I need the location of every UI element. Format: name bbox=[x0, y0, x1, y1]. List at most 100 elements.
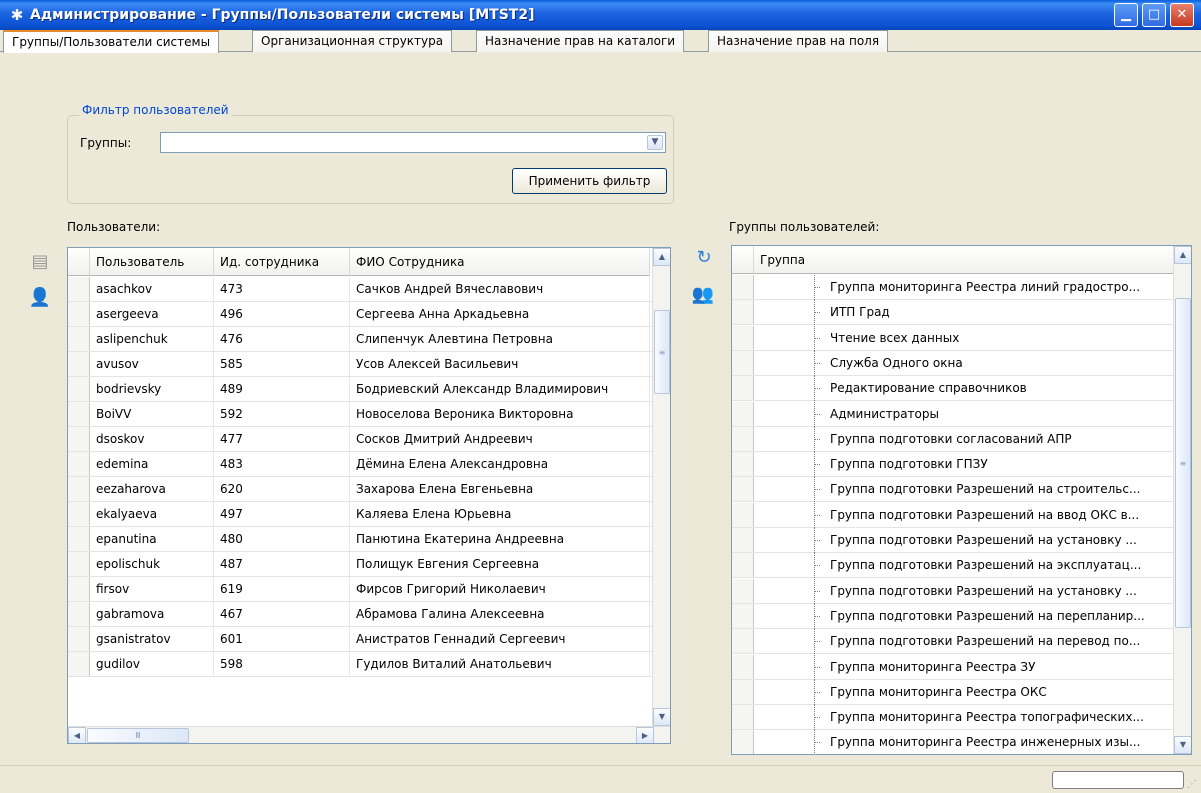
row-selector[interactable] bbox=[68, 327, 90, 351]
groups-filter-select[interactable]: ▼ bbox=[160, 132, 666, 153]
tree-node[interactable]: Группа мониторинга Реестра топографическ… bbox=[732, 705, 1191, 731]
table-row[interactable]: gabramova 467 Абрамова Галина Алексеевна bbox=[68, 602, 670, 627]
row-selector[interactable] bbox=[732, 705, 754, 730]
add-users-icon[interactable]: 👥 bbox=[691, 283, 715, 307]
row-selector[interactable] bbox=[732, 679, 754, 704]
row-selector[interactable] bbox=[732, 730, 754, 754]
table-row[interactable]: aslipenchuk 476 Слипенчук Алевтина Петровн… bbox=[68, 327, 670, 352]
table-row[interactable]: avusov 585 Усов Алексей Васильевич bbox=[68, 352, 670, 377]
groups-scroll-down-icon[interactable]: ▼ bbox=[1174, 736, 1191, 754]
tree-node[interactable]: Группа мониторинга Реестра ОКС bbox=[732, 679, 1191, 705]
tree-node[interactable]: Группа подготовки ГПЗУ bbox=[732, 452, 1191, 478]
tree-node[interactable]: Группа подготовки Разрешений на строител… bbox=[732, 477, 1191, 503]
table-row[interactable]: ekalyaeva 497 Каляева Елена Юрьевна bbox=[68, 502, 670, 527]
row-selector[interactable] bbox=[68, 277, 90, 301]
tab-groups-users[interactable]: Группы/Пользователи системы bbox=[3, 30, 220, 53]
tree-node[interactable]: Группа подготовки Разрешений на установк… bbox=[732, 528, 1191, 553]
row-selector[interactable] bbox=[732, 629, 754, 654]
row-selector[interactable] bbox=[732, 528, 754, 552]
table-row[interactable]: gudilov 598 Гудилов Виталий Анатольевич bbox=[68, 652, 670, 677]
groups-tree-grid[interactable]: Группа Группа мониторинга Реестра линий … bbox=[731, 245, 1192, 755]
tree-node[interactable]: Редактирование справочников bbox=[732, 376, 1191, 402]
chevron-down-icon[interactable]: ▼ bbox=[647, 135, 663, 150]
row-selector[interactable] bbox=[732, 426, 754, 451]
tree-node[interactable]: Группа подготовки Разрешений на перевод … bbox=[732, 629, 1191, 655]
save-icon[interactable]: ▤ bbox=[28, 250, 52, 274]
row-selector[interactable] bbox=[68, 452, 90, 476]
users-column-login[interactable]: Пользователь bbox=[90, 248, 214, 276]
row-selector[interactable] bbox=[68, 427, 90, 451]
users-scroll-thumb[interactable]: ≡ bbox=[654, 310, 670, 394]
table-row[interactable]: eezaharova 620 Захарова Елена Евгеньевна bbox=[68, 477, 670, 502]
row-selector[interactable] bbox=[732, 578, 754, 603]
table-row[interactable]: firsov 619 Фирсов Григорий Николаевич bbox=[68, 577, 670, 602]
close-button[interactable]: ✕ bbox=[1170, 3, 1194, 27]
users-vertical-scrollbar[interactable]: ▲ ≡ ▼ bbox=[652, 248, 670, 726]
tab-catalog-rights[interactable]: Назначение прав на каталоги bbox=[476, 30, 685, 52]
row-selector[interactable] bbox=[68, 352, 90, 376]
users-horizontal-scrollbar[interactable]: ◀ Ⅲ ▶ bbox=[68, 726, 670, 743]
tree-node[interactable]: Группа мониторинга Реестра инженерных из… bbox=[732, 730, 1191, 754]
users-column-employee-id[interactable]: Ид. сотрудника bbox=[214, 248, 350, 276]
tree-node[interactable]: Группа мониторинга Реестра ЗУ bbox=[732, 654, 1191, 680]
users-scroll-left-icon[interactable]: ◀ bbox=[68, 727, 86, 743]
add-user-icon[interactable]: 👤 bbox=[28, 286, 52, 310]
row-selector[interactable] bbox=[732, 300, 754, 325]
groups-scroll-thumb[interactable]: ≡ bbox=[1175, 298, 1191, 628]
tree-node[interactable]: Группа подготовки Разрешений на установк… bbox=[732, 578, 1191, 604]
row-selector[interactable] bbox=[68, 652, 90, 676]
row-selector[interactable] bbox=[732, 452, 754, 477]
row-selector[interactable] bbox=[732, 325, 754, 350]
refresh-icon[interactable]: ↻ bbox=[692, 246, 716, 270]
row-selector[interactable] bbox=[68, 552, 90, 576]
table-row[interactable]: asergeeva 496 Сергеева Анна Аркадьевна bbox=[68, 302, 670, 327]
row-selector[interactable] bbox=[68, 402, 90, 426]
tree-node[interactable]: ИТП Град bbox=[732, 300, 1191, 326]
tree-node[interactable]: Группа подготовки Разрешений на ввод ОКС… bbox=[732, 502, 1191, 528]
tree-node[interactable]: Группа подготовки Разрешений на эксплуат… bbox=[732, 553, 1191, 579]
users-column-employee-name[interactable]: ФИО Сотрудника bbox=[350, 248, 650, 276]
row-selector[interactable] bbox=[68, 502, 90, 526]
table-row[interactable]: asachkov 473 Сачков Андрей Вячеславович bbox=[68, 277, 670, 302]
maximize-button[interactable]: □ bbox=[1142, 3, 1166, 27]
row-selector[interactable] bbox=[732, 654, 754, 679]
table-row[interactable]: epanutina 480 Панютина Екатерина Андреевна bbox=[68, 527, 670, 552]
title-bar[interactable]: ✱ Администрирование - Группы/Пользовател… bbox=[0, 0, 1201, 30]
row-selector[interactable] bbox=[68, 477, 90, 501]
row-selector[interactable] bbox=[68, 577, 90, 601]
tab-field-rights[interactable]: Назначение прав на поля bbox=[708, 30, 889, 52]
table-row[interactable]: BoiVV 592 Новоселова Вероника Викторовна bbox=[68, 402, 670, 427]
users-grid[interactable]: Пользователь Ид. сотрудника ФИО Сотрудни… bbox=[67, 247, 671, 744]
table-row[interactable]: epolischuk 487 Полищук Евгения Сергеевна bbox=[68, 552, 670, 577]
row-selector[interactable] bbox=[68, 602, 90, 626]
tree-node[interactable]: Группа мониторинга Реестра линий градост… bbox=[732, 275, 1191, 300]
row-selector[interactable] bbox=[732, 275, 754, 299]
tab-org-structure[interactable]: Организационная структура bbox=[252, 30, 453, 52]
row-selector[interactable] bbox=[732, 553, 754, 578]
row-selector[interactable] bbox=[732, 401, 754, 426]
minimize-button[interactable]: ▁ bbox=[1114, 3, 1138, 27]
row-selector[interactable] bbox=[732, 603, 754, 628]
groups-column-group[interactable]: Группа bbox=[754, 246, 1175, 274]
tree-node[interactable]: Группа подготовки Разрешений на переплан… bbox=[732, 603, 1191, 629]
users-scroll-down-icon[interactable]: ▼ bbox=[653, 708, 670, 726]
groups-vertical-scrollbar[interactable]: ▲ ≡ ▼ bbox=[1173, 246, 1191, 754]
table-row[interactable]: dsoskov 477 Сосков Дмитрий Андреевич bbox=[68, 427, 670, 452]
tree-node[interactable]: Служба Одного окна bbox=[732, 350, 1191, 376]
apply-filter-button[interactable]: Применить фильтр bbox=[512, 168, 667, 194]
table-row[interactable]: bodrievsky 489 Бодриевский Александр Влади… bbox=[68, 377, 670, 402]
row-selector[interactable] bbox=[68, 527, 90, 551]
resize-grip-icon[interactable]: ⋰ bbox=[1187, 779, 1199, 791]
groups-scroll-up-icon[interactable]: ▲ bbox=[1174, 246, 1191, 264]
row-selector[interactable] bbox=[68, 377, 90, 401]
row-selector[interactable] bbox=[68, 302, 90, 326]
row-selector[interactable] bbox=[732, 477, 754, 502]
table-row[interactable]: edemina 483 Дёмина Елена Александровна bbox=[68, 452, 670, 477]
row-selector[interactable] bbox=[732, 502, 754, 527]
users-scroll-right-icon[interactable]: ▶ bbox=[636, 727, 654, 743]
tree-node[interactable]: Чтение всех данных bbox=[732, 325, 1191, 351]
tree-node[interactable]: Администраторы bbox=[732, 401, 1191, 427]
table-row[interactable]: gsanistratov 601 Анистратов Геннадий Серге… bbox=[68, 627, 670, 652]
row-selector[interactable] bbox=[732, 350, 754, 375]
users-scroll-up-icon[interactable]: ▲ bbox=[653, 248, 670, 266]
